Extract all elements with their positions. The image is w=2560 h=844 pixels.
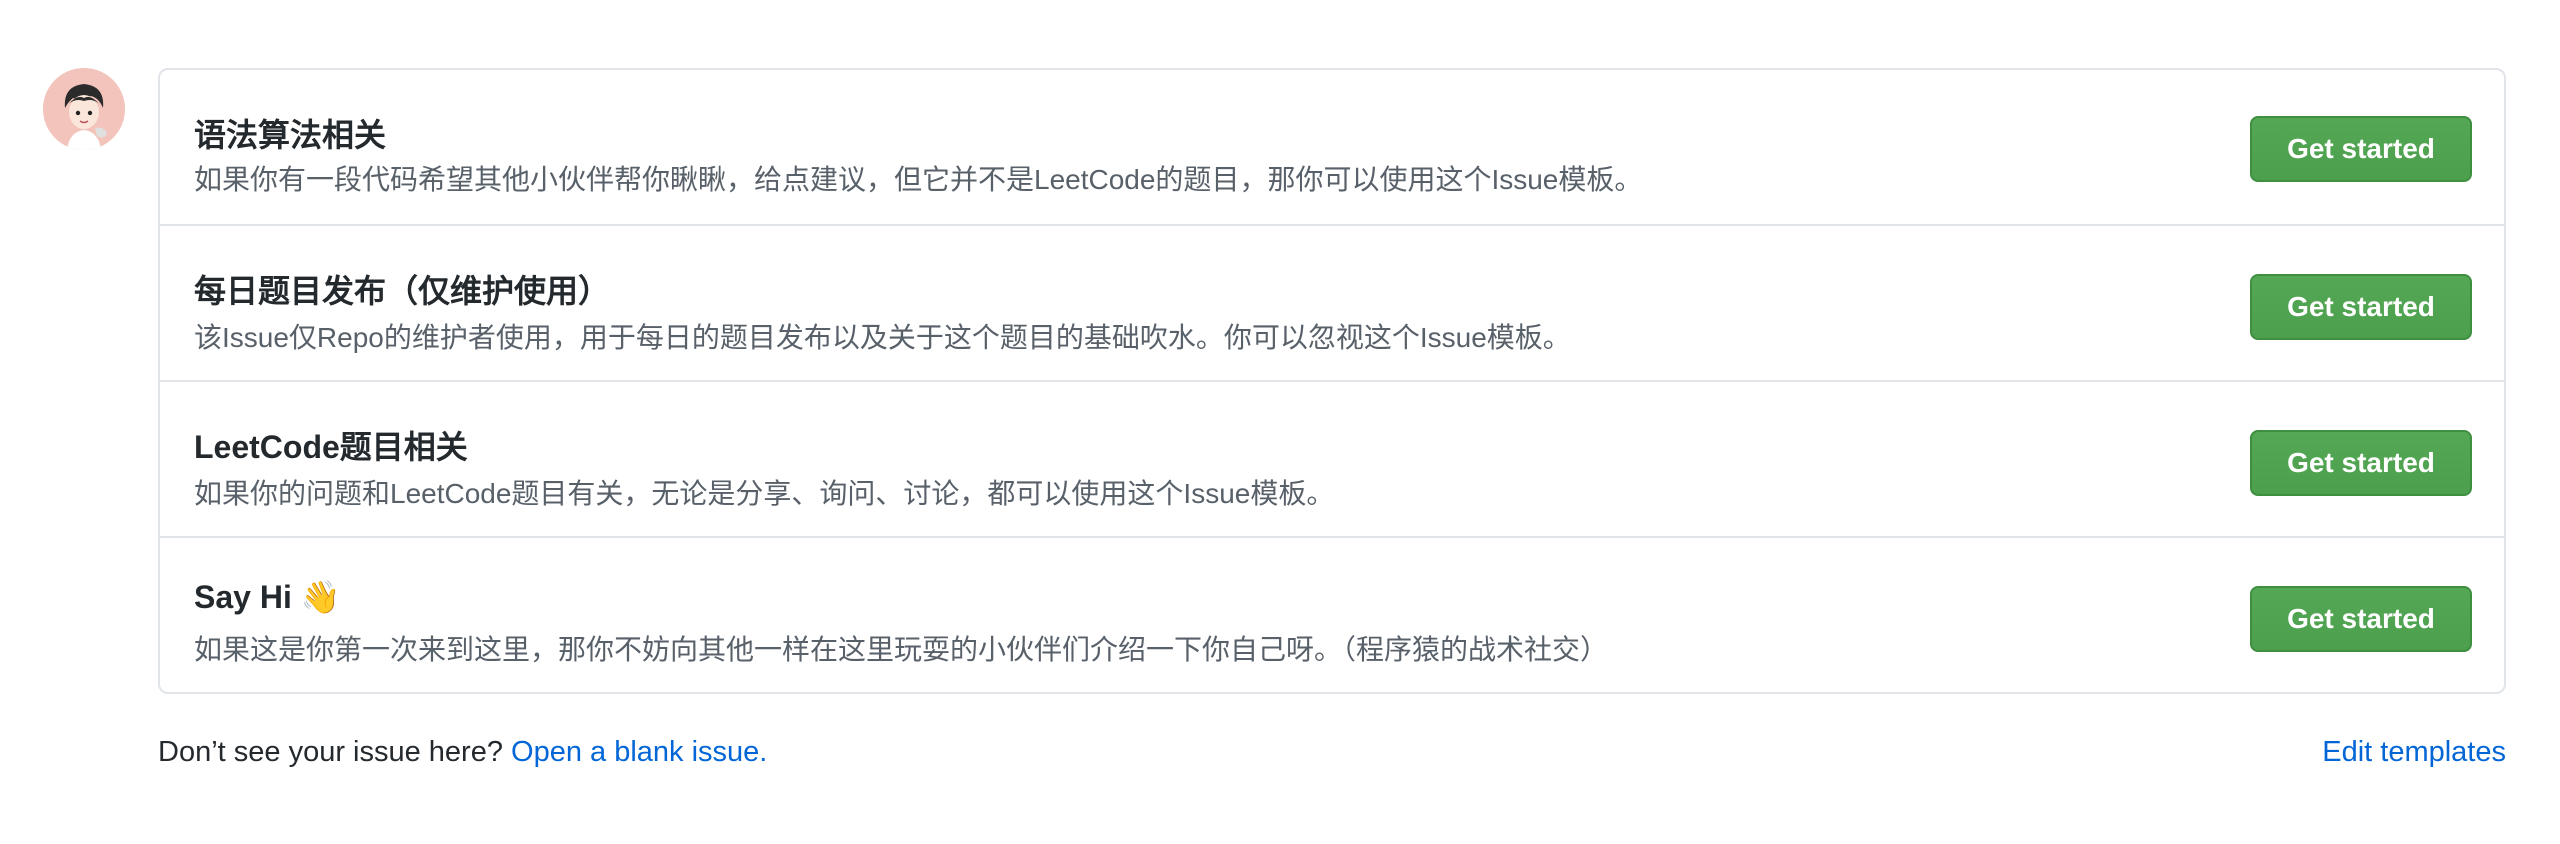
footer-prompt: Don’t see your issue here? Open a blank … [158,736,767,769]
open-blank-issue-link[interactable]: Open a blank issue. [511,736,767,768]
template-row-say-hi: Say Hi 👋 如果这是你第一次来到这里，那你不妨向其他一样在这里玩耍的小伙伴… [160,536,2504,692]
template-title: 每日题目发布（仅维护使用） [194,273,611,309]
get-started-button[interactable]: Get started [2250,274,2472,340]
get-started-button[interactable]: Get started [2250,586,2472,652]
issue-template-chooser: 语法算法相关 如果你有一段代码希望其他小伙伴帮你瞅瞅，给点建议，但它并不是Lee… [0,0,2560,844]
template-row-daily-problem: 每日题目发布（仅维护使用） 该Issue仅Repo的维护者使用，用于每日的题目发… [160,224,2504,380]
get-started-button[interactable]: Get started [2250,116,2472,182]
template-title: LeetCode题目相关 [194,429,468,465]
issue-template-list: 语法算法相关 如果你有一段代码希望其他小伙伴帮你瞅瞅，给点建议，但它并不是Lee… [158,68,2506,694]
template-description: 如果你的问题和LeetCode题目有关，无论是分享、询问、讨论，都可以使用这个I… [194,478,1335,509]
template-description: 该Issue仅Repo的维护者使用，用于每日的题目发布以及关于这个题目的基础吹水… [194,322,1571,353]
template-description: 如果你有一段代码希望其他小伙伴帮你瞅瞅，给点建议，但它并不是LeetCode的题… [194,164,1643,195]
template-title: Say Hi 👋 [194,579,341,615]
get-started-button[interactable]: Get started [2250,430,2472,496]
footer-prompt-text: Don’t see your issue here? [158,736,512,768]
template-title: 语法算法相关 [194,117,387,153]
avatar[interactable] [43,68,125,150]
template-description: 如果这是你第一次来到这里，那你不妨向其他一样在这里玩耍的小伙伴们介绍一下你自己呀… [194,634,1609,665]
avatar-illustration [43,68,125,150]
template-row-syntax-algorithm: 语法算法相关 如果你有一段代码希望其他小伙伴帮你瞅瞅，给点建议，但它并不是Lee… [160,70,2504,224]
template-row-leetcode: LeetCode题目相关 如果你的问题和LeetCode题目有关，无论是分享、询… [160,380,2504,536]
edit-templates-link[interactable]: Edit templates [2322,736,2506,769]
